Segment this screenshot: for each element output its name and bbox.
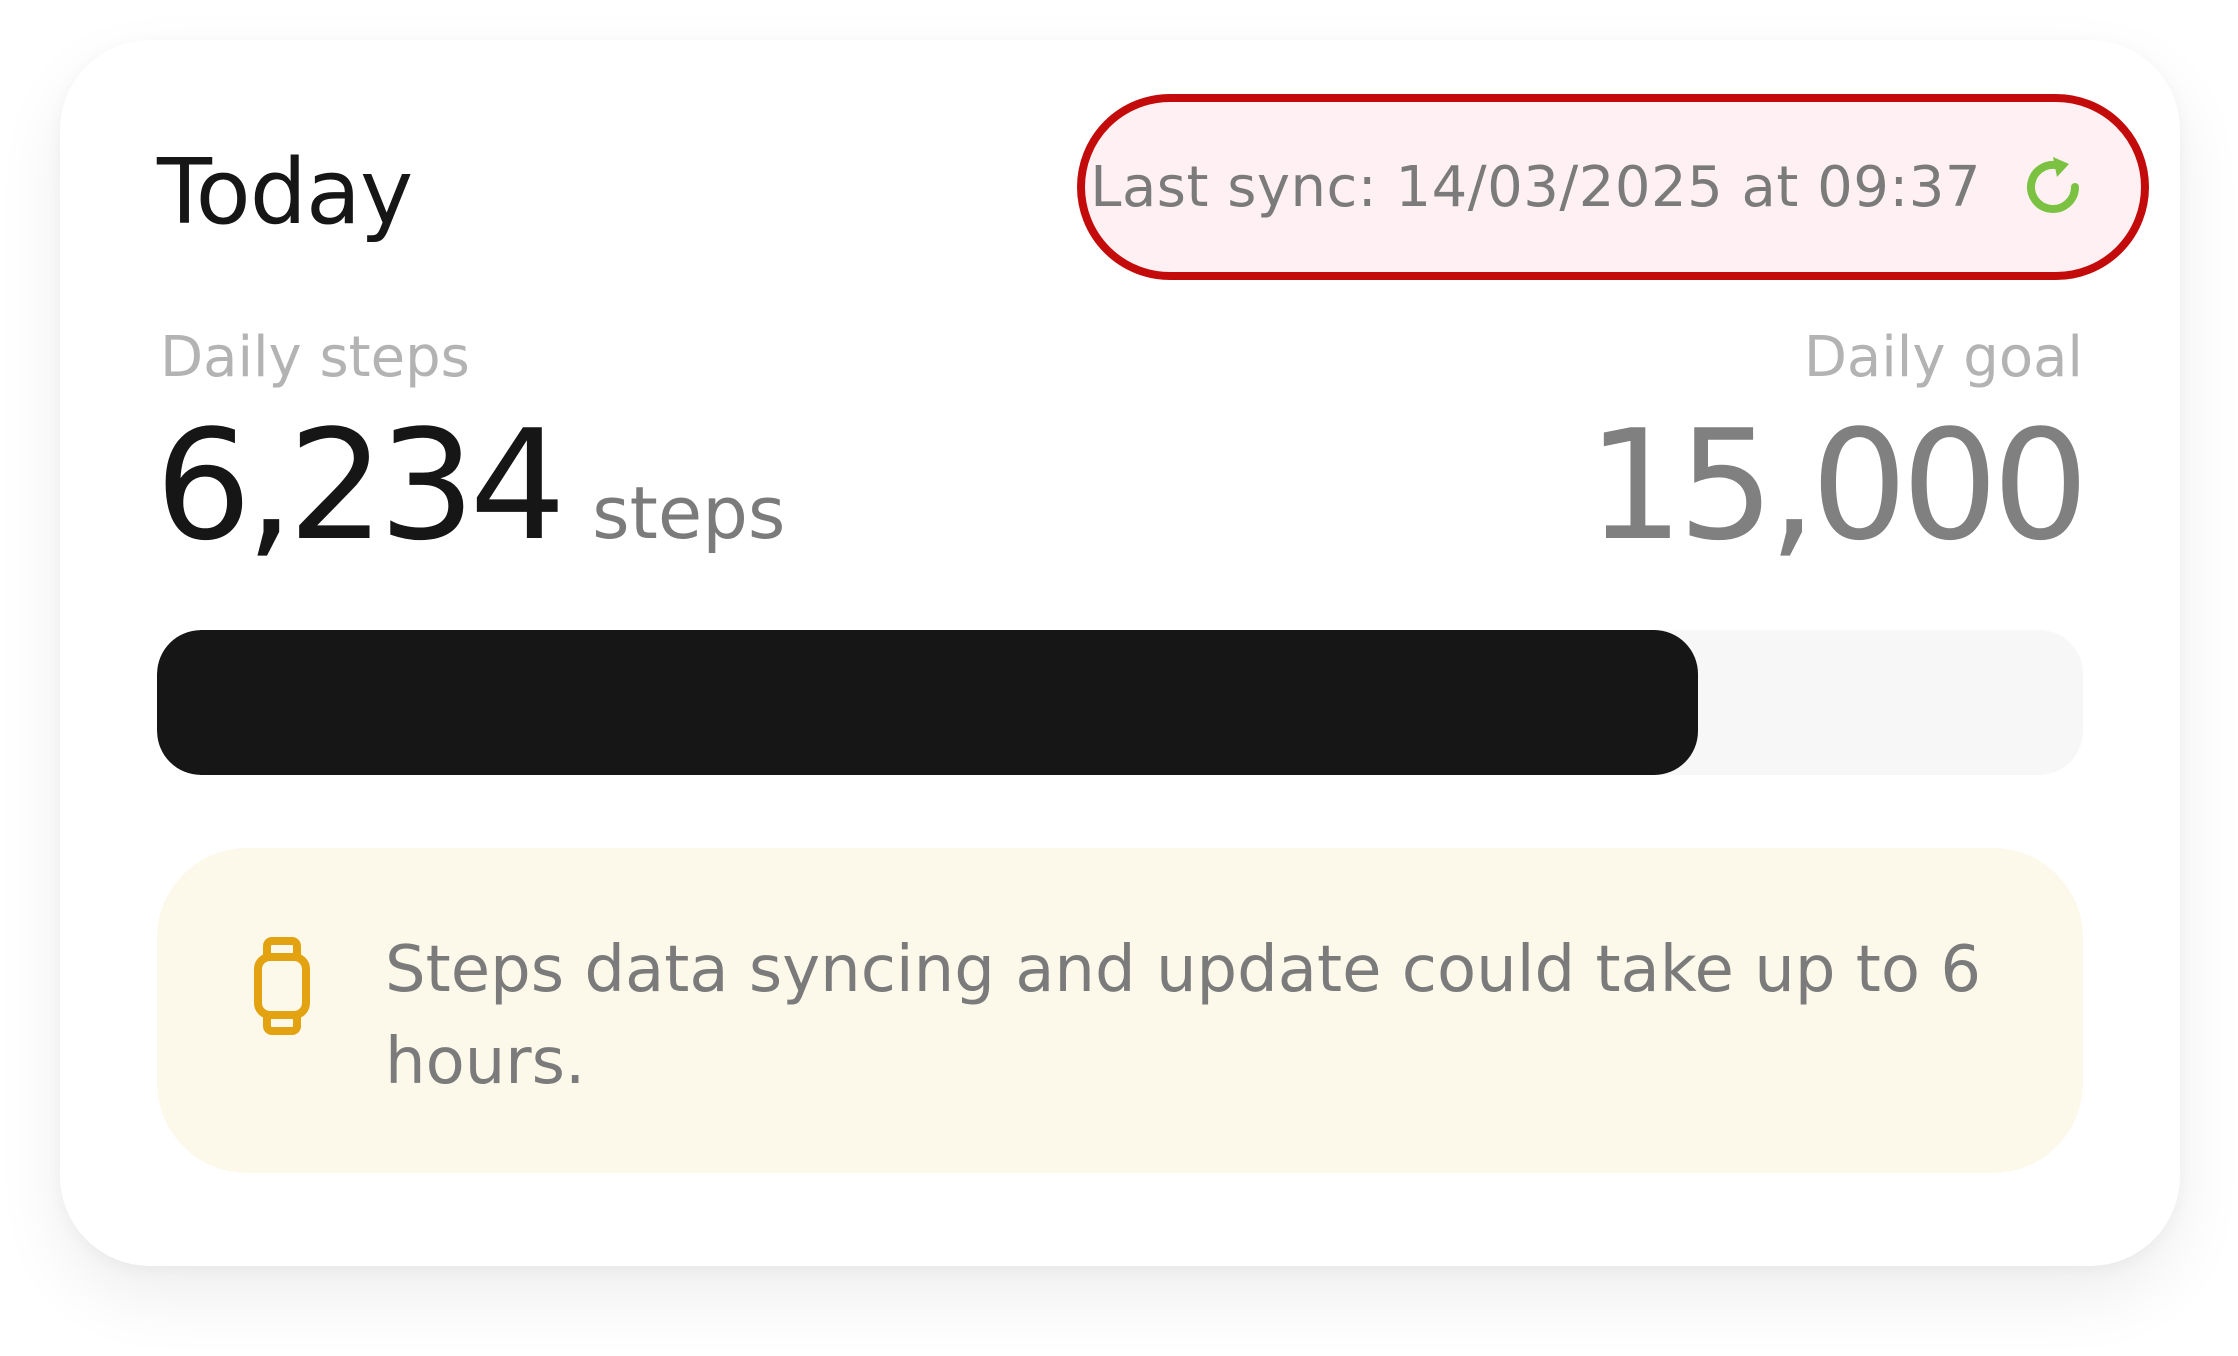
sync-status-button[interactable]: Last sync: 14/03/2025 at 09:37 [1077,94,2149,280]
steps-count-row: 6,234 steps [155,410,785,562]
steps-count-value: 6,234 [155,397,566,574]
sync-status-text: Last sync: 14/03/2025 at 09:37 [1090,154,1981,220]
steps-card: Today Last sync: 14/03/2025 at 09:37 Dai… [60,40,2180,1266]
daily-goal-label: Daily goal [1803,325,2083,390]
steps-progress-fill [157,630,1698,775]
daily-goal-value: 15,000 [1587,397,2089,574]
sync-notice-banner: Steps data syncing and update could take… [157,848,2083,1173]
steps-unit-label: steps [592,471,786,555]
sync-notice-text: Steps data syncing and update could take… [385,933,1982,1099]
daily-steps-label: Daily steps [160,325,470,390]
card-title: Today [157,140,413,245]
refresh-icon[interactable] [2017,151,2089,223]
steps-progress-bar [157,630,2083,775]
smartwatch-icon [253,937,311,1035]
